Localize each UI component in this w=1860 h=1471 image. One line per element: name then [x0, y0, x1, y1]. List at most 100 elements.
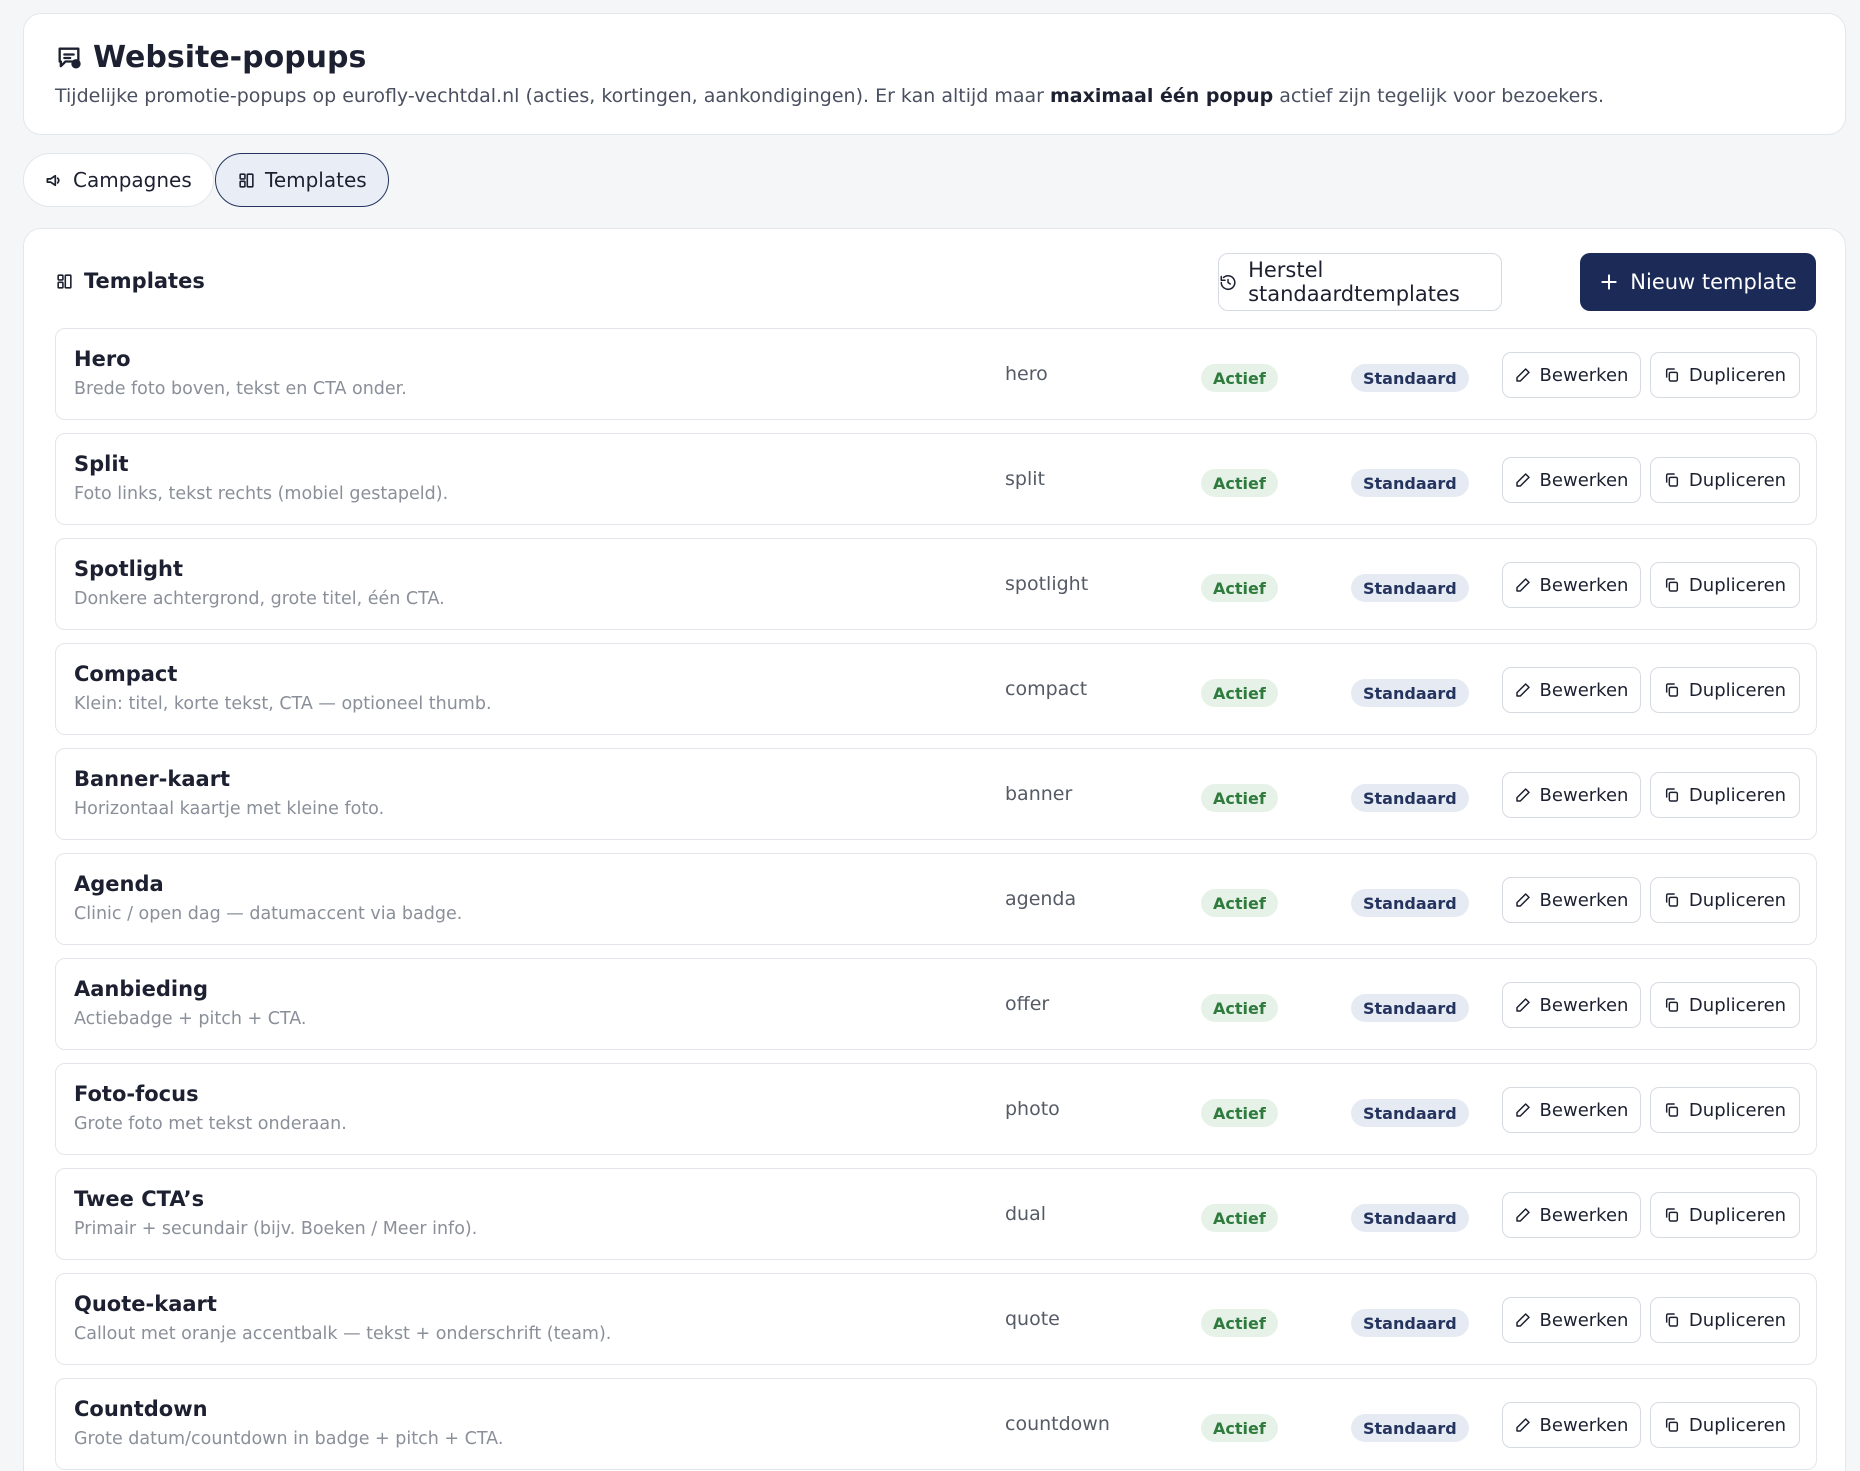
copy-icon	[1665, 1208, 1678, 1222]
edit-button[interactable]: Bewerken	[1502, 1087, 1641, 1133]
duplicate-button[interactable]: Dupliceren	[1650, 562, 1800, 608]
status-badge: Actief	[1201, 1414, 1278, 1442]
edit-button[interactable]: Bewerken	[1502, 667, 1641, 713]
template-key: quote	[1005, 1308, 1060, 1330]
template-key: compact	[1005, 678, 1088, 700]
duplicate-button[interactable]: Dupliceren	[1650, 982, 1800, 1028]
edit-button[interactable]: Bewerken	[1502, 877, 1641, 923]
template-key: split	[1005, 468, 1045, 490]
duplicate-button[interactable]: Dupliceren	[1650, 667, 1800, 713]
edit-button[interactable]: Bewerken	[1502, 1402, 1641, 1448]
edit-button[interactable]: Bewerken	[1502, 1192, 1641, 1238]
duplicate-label: Dupliceren	[1688, 994, 1787, 1016]
template-row: Agenda Clinic / open dag — datumaccent v…	[55, 853, 1817, 945]
edit-label: Bewerken	[1539, 469, 1629, 491]
edit-label: Bewerken	[1539, 784, 1629, 806]
layout-icon	[239, 172, 254, 188]
pencil-icon	[1515, 1418, 1530, 1432]
copy-icon	[1665, 368, 1678, 382]
edit-label: Bewerken	[1539, 679, 1629, 701]
standard-badge: Standaard	[1351, 889, 1469, 917]
pencil-icon	[1515, 1103, 1530, 1117]
template-name: Quote-kaart	[74, 1292, 217, 1316]
duplicate-label: Dupliceren	[1688, 1204, 1787, 1226]
template-key: countdown	[1005, 1413, 1110, 1435]
template-key: photo	[1005, 1098, 1060, 1120]
template-description: Foto links, tekst rechts (mobiel gestape…	[74, 484, 449, 504]
template-name: Countdown	[74, 1397, 208, 1421]
edit-button[interactable]: Bewerken	[1502, 562, 1641, 608]
restore-defaults-label: Herstel standaardtemplates	[1248, 258, 1460, 306]
template-key: hero	[1005, 363, 1048, 385]
standard-badge: Standaard	[1351, 574, 1469, 602]
status-badge: Actief	[1201, 889, 1278, 917]
standard-badge: Standaard	[1351, 679, 1469, 707]
duplicate-button[interactable]: Dupliceren	[1650, 1087, 1800, 1133]
duplicate-button[interactable]: Dupliceren	[1650, 1192, 1800, 1238]
duplicate-label: Dupliceren	[1688, 1099, 1787, 1121]
desc-prefix: Tijdelijke promotie-popups op eurofly-ve…	[55, 85, 1050, 107]
duplicate-button[interactable]: Dupliceren	[1650, 457, 1800, 503]
page-title: Website-popups	[55, 40, 366, 75]
duplicate-label: Dupliceren	[1688, 574, 1787, 596]
history-icon	[1220, 274, 1236, 290]
status-badge: Actief	[1201, 1309, 1278, 1337]
copy-icon	[1665, 683, 1678, 697]
template-row: Banner-kaart Horizontaal kaartje met kle…	[55, 748, 1817, 840]
edit-button[interactable]: Bewerken	[1502, 1297, 1641, 1343]
section-title: Templates	[55, 269, 205, 293]
tab-campagnes[interactable]: Campagnes	[23, 153, 214, 207]
section-title-text: Templates	[84, 269, 205, 293]
duplicate-button[interactable]: Dupliceren	[1650, 1402, 1800, 1448]
pencil-icon	[1515, 368, 1530, 382]
megaphone-icon	[46, 174, 60, 186]
duplicate-button[interactable]: Dupliceren	[1650, 1297, 1800, 1343]
duplicate-label: Dupliceren	[1688, 1309, 1787, 1331]
duplicate-button[interactable]: Dupliceren	[1650, 772, 1800, 818]
template-name: Agenda	[74, 872, 164, 896]
template-row: Aanbieding Actiebadge + pitch + CTA. off…	[55, 958, 1817, 1050]
edit-label: Bewerken	[1539, 364, 1629, 386]
templates-card: Templates Herstel standaardtemplates Nie…	[23, 228, 1846, 1471]
new-template-button[interactable]: Nieuw template	[1580, 253, 1816, 311]
template-description: Callout met oranje accentbalk — tekst + …	[74, 1324, 612, 1344]
edit-label: Bewerken	[1539, 1099, 1629, 1121]
tab-templates-label: Templates	[265, 168, 367, 192]
tab-templates[interactable]: Templates	[215, 153, 389, 207]
edit-button[interactable]: Bewerken	[1502, 982, 1641, 1028]
standard-badge: Standaard	[1351, 784, 1469, 812]
template-name: Split	[74, 452, 129, 476]
restore-defaults-button[interactable]: Herstel standaardtemplates	[1218, 253, 1502, 311]
pencil-icon	[1515, 1313, 1530, 1327]
edit-button[interactable]: Bewerken	[1502, 352, 1641, 398]
template-name: Hero	[74, 347, 131, 371]
new-template-label: Nieuw template	[1630, 270, 1797, 294]
desc-bold: maximaal één popup	[1050, 85, 1274, 107]
duplicate-button[interactable]: Dupliceren	[1650, 877, 1800, 923]
template-key: spotlight	[1005, 573, 1089, 595]
template-description: Horizontaal kaartje met kleine foto.	[74, 799, 385, 819]
template-name: Banner-kaart	[74, 767, 231, 791]
copy-icon	[1665, 1313, 1678, 1327]
status-badge: Actief	[1201, 574, 1278, 602]
standard-badge: Standaard	[1351, 364, 1469, 392]
edit-label: Bewerken	[1539, 1414, 1629, 1436]
standard-badge: Standaard	[1351, 1204, 1469, 1232]
copy-icon	[1665, 788, 1678, 802]
copy-icon	[1665, 893, 1678, 907]
duplicate-button[interactable]: Dupliceren	[1650, 352, 1800, 398]
template-description: Clinic / open dag — datumaccent via badg…	[74, 904, 463, 924]
template-key: banner	[1005, 783, 1073, 805]
template-row: Foto-focus Grote foto met tekst onderaan…	[55, 1063, 1817, 1155]
edit-button[interactable]: Bewerken	[1502, 772, 1641, 818]
duplicate-label: Dupliceren	[1688, 1414, 1787, 1436]
status-badge: Actief	[1201, 469, 1278, 497]
edit-button[interactable]: Bewerken	[1502, 457, 1641, 503]
edit-label: Bewerken	[1539, 1204, 1629, 1226]
duplicate-label: Dupliceren	[1688, 889, 1787, 911]
duplicate-label: Dupliceren	[1688, 469, 1787, 491]
template-row: Spotlight Donkere achtergrond, grote tit…	[55, 538, 1817, 630]
standard-badge: Standaard	[1351, 469, 1469, 497]
edit-label: Bewerken	[1539, 994, 1629, 1016]
template-name: Aanbieding	[74, 977, 209, 1001]
